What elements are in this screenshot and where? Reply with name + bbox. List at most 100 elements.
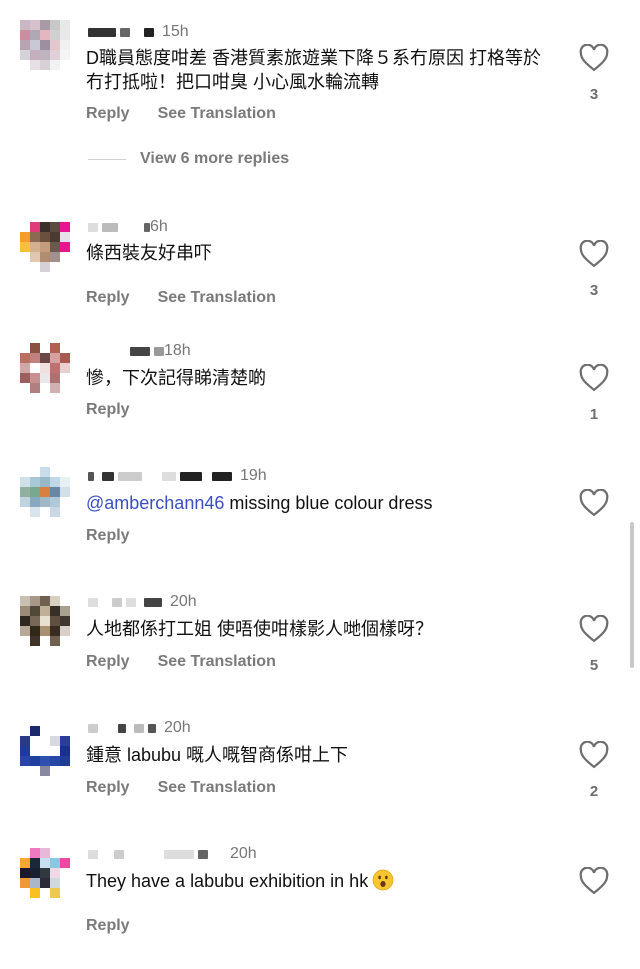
heart-icon[interactable]: [579, 615, 609, 643]
comment-time: 18h: [164, 342, 191, 359]
comment-text: They have a labubu exhibition in hk: [86, 869, 556, 893]
like-area: [578, 867, 610, 895]
avatar-pixel: [20, 756, 30, 766]
avatar-pixel: [50, 363, 60, 373]
avatar-pixel: [40, 756, 50, 766]
comment-actions: Reply See Translation: [86, 653, 276, 671]
heart-icon[interactable]: [579, 44, 609, 72]
comment-time: 20h: [230, 845, 257, 862]
avatar-pixel: [50, 50, 60, 60]
like-area: 1: [578, 364, 610, 423]
avatar-pixel: [50, 868, 60, 878]
avatar-pixel: [20, 868, 30, 878]
username-redacted: [114, 849, 124, 859]
username-redacted[interactable]: [130, 346, 150, 356]
reply-button[interactable]: Reply: [86, 289, 130, 307]
avatar-pixel: [50, 222, 60, 232]
avatar-pixel: [40, 636, 50, 646]
avatar-pixel: [30, 596, 40, 606]
avatar[interactable]: [20, 20, 70, 70]
avatar-pixel: [60, 60, 70, 70]
avatar-pixel: [60, 262, 70, 272]
comment-text: D職員態度咁差 香港質素旅遊業下降５系冇原因 打格等於冇打抵啦！把口咁臭 小心風…: [86, 48, 541, 92]
avatar-pixel: [50, 606, 60, 616]
avatar[interactable]: [20, 343, 70, 393]
view-more-replies[interactable]: View 6 more replies: [88, 150, 289, 168]
avatar-pixel: [40, 616, 50, 626]
avatar-pixel: [50, 20, 60, 30]
heart-icon[interactable]: [579, 240, 609, 268]
avatar-pixel: [30, 242, 40, 252]
avatar-pixel: [30, 343, 40, 353]
avatar-pixel: [20, 616, 30, 626]
reply-button[interactable]: Reply: [86, 401, 130, 419]
comment-meta: 20h: [88, 718, 191, 738]
mention-link[interactable]: @amberchann46: [86, 493, 224, 513]
see-translation-button[interactable]: See Translation: [158, 779, 276, 797]
reply-button[interactable]: Reply: [86, 105, 130, 123]
username-redacted[interactable]: [88, 849, 98, 859]
avatar-pixel: [60, 626, 70, 636]
comment-meta: 20h: [88, 844, 257, 864]
avatar-pixel: [40, 746, 50, 756]
reply-button[interactable]: Reply: [86, 779, 130, 797]
username-redacted[interactable]: [88, 27, 116, 37]
avatar-pixel: [30, 606, 40, 616]
scrollbar[interactable]: [630, 522, 634, 668]
heart-icon[interactable]: [579, 741, 609, 769]
avatar-pixel: [30, 507, 40, 517]
avatar-pixel: [40, 626, 50, 636]
avatar-pixel: [50, 343, 60, 353]
see-translation-button[interactable]: See Translation: [158, 105, 276, 123]
avatar-pixel: [40, 596, 50, 606]
heart-icon[interactable]: [579, 867, 609, 895]
comment-text: @amberchann46 missing blue colour dress: [86, 491, 556, 515]
see-translation-button[interactable]: See Translation: [158, 289, 276, 307]
avatar-pixel: [60, 373, 70, 383]
avatar-pixel: [40, 232, 50, 242]
reply-button[interactable]: Reply: [86, 527, 130, 545]
comment-time: 15h: [162, 23, 189, 40]
comment-actions: Reply: [86, 401, 130, 419]
avatar-pixel: [60, 636, 70, 646]
comment-text-body: missing blue colour dress: [224, 493, 433, 513]
avatar-pixel: [50, 487, 60, 497]
avatar-pixel: [20, 726, 30, 736]
like-area: 2: [578, 741, 610, 800]
avatar[interactable]: [20, 596, 70, 646]
avatar-pixel: [30, 50, 40, 60]
avatar-pixel: [20, 353, 30, 363]
view-more-replies-label[interactable]: View 6 more replies: [140, 150, 289, 168]
reply-button[interactable]: Reply: [86, 917, 130, 935]
avatar-pixel: [30, 373, 40, 383]
avatar[interactable]: [20, 726, 70, 776]
avatar-pixel: [30, 878, 40, 888]
avatar[interactable]: [20, 222, 70, 272]
see-translation-button[interactable]: See Translation: [158, 653, 276, 671]
username-redacted[interactable]: [88, 597, 98, 607]
username-redacted: [180, 471, 202, 481]
avatar-pixel: [20, 20, 30, 30]
reply-button[interactable]: Reply: [86, 653, 130, 671]
avatar-pixel: [60, 858, 70, 868]
heart-icon[interactable]: [579, 489, 609, 517]
avatar-pixel: [60, 507, 70, 517]
avatar-pixel: [20, 383, 30, 393]
avatar-pixel: [30, 746, 40, 756]
avatar-pixel: [30, 868, 40, 878]
username-redacted: [164, 849, 194, 859]
avatar-pixel: [40, 20, 50, 30]
comment-time: 20h: [170, 593, 197, 610]
avatar[interactable]: [20, 848, 70, 898]
avatar-pixel: [30, 383, 40, 393]
avatar-pixel: [30, 60, 40, 70]
avatar-pixel: [50, 60, 60, 70]
avatar-pixel: [20, 30, 30, 40]
username-redacted[interactable]: [88, 723, 98, 733]
username-redacted[interactable]: [88, 222, 98, 232]
avatar-pixel: [20, 373, 30, 383]
username-redacted[interactable]: [88, 471, 94, 481]
heart-icon[interactable]: [579, 364, 609, 392]
avatar-pixel: [40, 507, 50, 517]
avatar[interactable]: [20, 467, 70, 517]
